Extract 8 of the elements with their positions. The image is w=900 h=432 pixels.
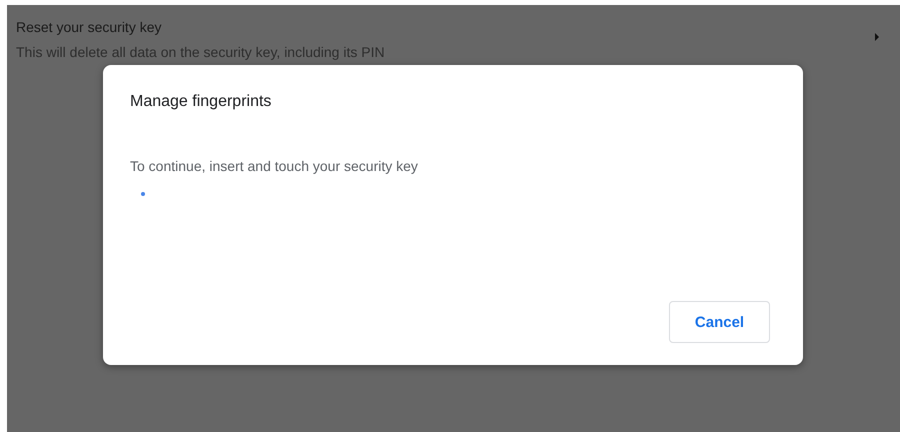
dialog-title: Manage fingerprints <box>130 92 272 112</box>
row-title: Reset your security key <box>16 18 162 37</box>
dialog-message: To continue, insert and touch your security key <box>130 157 419 176</box>
cancel-button[interactable]: Cancel <box>669 301 770 343</box>
arrow-right-icon <box>874 32 880 42</box>
settings-row[interactable]: Reset your security key This will delete all data on the security key, including its PIN <box>7 5 900 62</box>
row-description: This will delete all data on the security key, including its PIN <box>16 43 385 62</box>
spinner-icon <box>141 192 145 196</box>
